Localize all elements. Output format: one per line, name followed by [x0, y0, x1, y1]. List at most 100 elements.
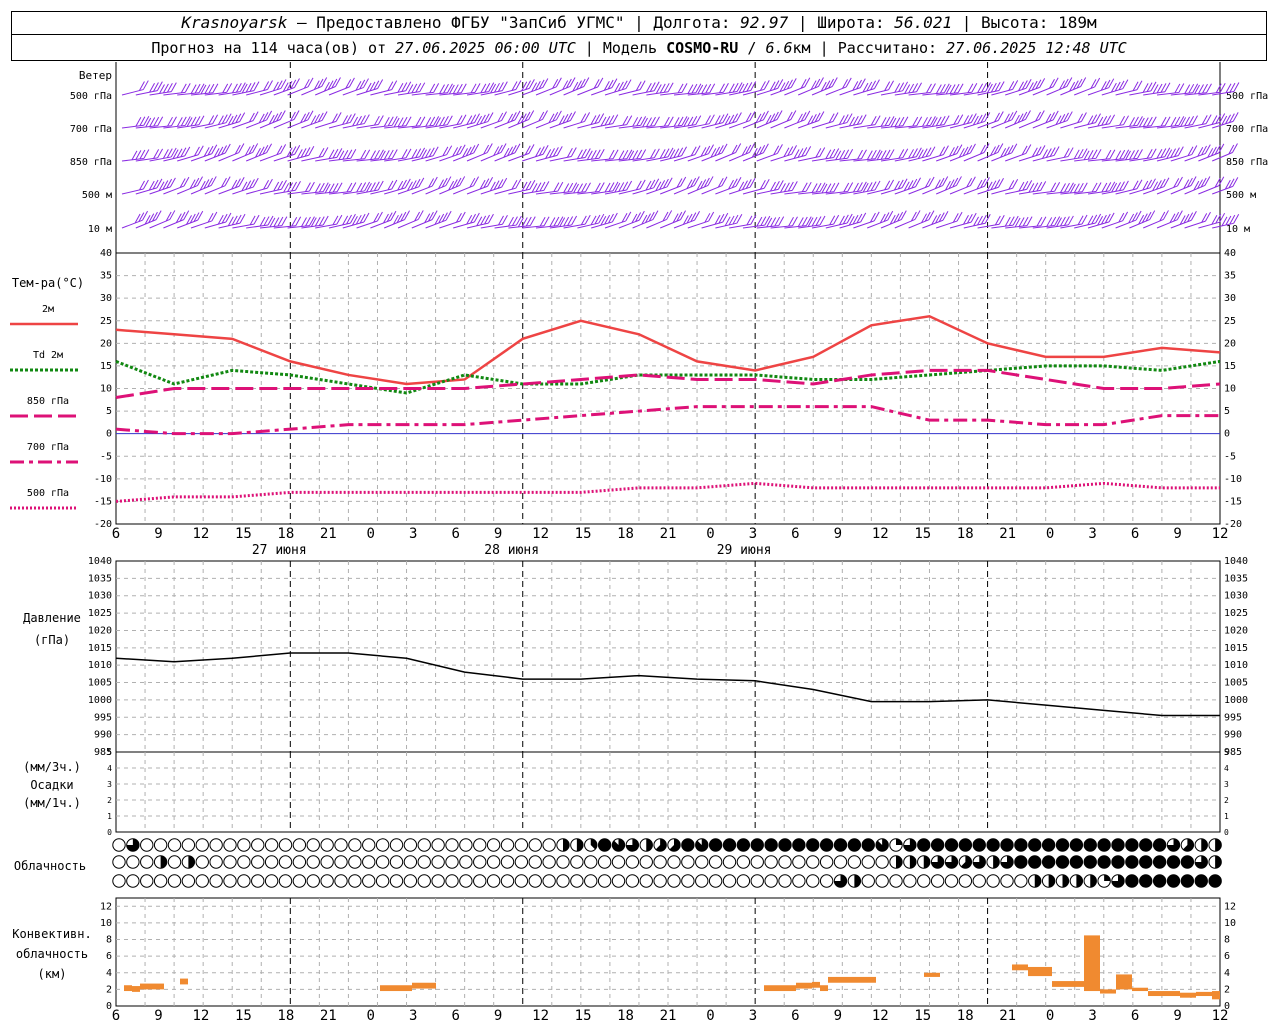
wind-level-label-left: 500 гПа — [70, 91, 112, 102]
cloud-symbol — [750, 855, 764, 869]
temp-x-tick: 12 — [192, 526, 209, 542]
temp-x-tick: 9 — [154, 526, 162, 542]
cloud-symbol — [514, 838, 529, 852]
cloud-symbol-circle — [181, 838, 196, 852]
wind-barb-feather — [597, 77, 604, 88]
wind-barb — [577, 222, 599, 229]
cloud-symbol — [1194, 855, 1208, 869]
conv-bar — [812, 981, 820, 988]
cloud-symbol — [903, 855, 917, 869]
wind-barb-feather — [293, 110, 300, 120]
cloud-symbol — [667, 855, 681, 869]
cloud-symbol-circle — [1000, 874, 1014, 888]
cloud-symbol-fill — [1034, 874, 1041, 888]
cloud-symbol-fill — [1042, 855, 1055, 869]
cloud-symbol — [375, 855, 390, 869]
cloud-panel-label: Облачность — [14, 859, 86, 873]
cloud-symbol-circle — [375, 855, 390, 869]
cloud-symbol-circle — [473, 838, 487, 852]
temp-x-tick: 6 — [791, 526, 799, 542]
cloud-symbol-circle — [167, 874, 182, 888]
cloud-symbol — [306, 855, 320, 869]
cloud-symbol — [625, 874, 640, 888]
conv-bar — [1116, 974, 1132, 990]
cloud-symbol — [986, 855, 1000, 869]
conv-bar — [380, 985, 412, 992]
cloud-symbol — [570, 874, 584, 888]
cloud-symbol — [1166, 838, 1181, 852]
cloud-symbol-circle — [334, 838, 348, 852]
cloud-symbol-fill — [1201, 838, 1208, 852]
cloud-symbol-circle — [237, 855, 251, 869]
conv-tick-right: 4 — [1224, 968, 1230, 979]
cloud-symbol-circle — [819, 855, 834, 869]
temp-x-tick: 15 — [914, 526, 931, 542]
cloud-symbol-circle — [237, 874, 251, 888]
wind-barb-feather — [1011, 110, 1018, 121]
wind-barb-feather — [473, 176, 480, 186]
cloud-symbol-circle — [889, 874, 903, 888]
cloud-symbol — [639, 838, 653, 852]
temp-tick-left: 10 — [100, 384, 112, 395]
cloud-symbol — [431, 838, 445, 852]
cloud-symbol — [764, 838, 778, 852]
cloud-symbol — [112, 855, 126, 869]
wind-barb-feather — [942, 176, 949, 186]
cloud-symbol-circle — [320, 874, 334, 888]
conv-x-tick: 6 — [112, 1008, 120, 1024]
cloud-symbol-fill — [931, 838, 944, 852]
cloud-symbol — [417, 855, 431, 869]
cloud-symbol-circle — [320, 855, 334, 869]
wind-level-label-right: 500 гПа — [1226, 91, 1268, 102]
cloud-symbol-fill — [1125, 838, 1139, 852]
cloud-symbol-fill — [188, 855, 195, 869]
cloud-symbol — [167, 874, 182, 888]
cloud-symbol-circle — [167, 855, 182, 869]
cloud-symbol-circle — [251, 838, 265, 852]
cloud-symbol — [195, 838, 209, 852]
wind-barb — [742, 88, 765, 96]
wind-level-label-left: 850 гПа — [70, 157, 112, 168]
cloud-symbol-circle — [514, 855, 529, 869]
conv-bar — [1132, 987, 1148, 992]
cloud-symbol — [251, 855, 265, 869]
cloud-symbol — [750, 838, 764, 852]
cloud-symbol — [403, 838, 418, 852]
cloud-symbol — [681, 855, 695, 869]
cloud-symbol — [708, 855, 723, 869]
cloud-symbol-circle — [1014, 874, 1028, 888]
cloud-symbol — [1083, 874, 1097, 888]
pressure-tick-right: 1010 — [1224, 660, 1248, 671]
cloud-symbol-circle — [278, 874, 293, 888]
cloud-symbol — [445, 855, 459, 869]
wind-barb-feather — [528, 110, 535, 120]
conv-bar — [140, 983, 164, 990]
pressure-tick-left: 990 — [94, 730, 112, 741]
wind-barb-feather — [1163, 210, 1169, 220]
conv-tick-right: 8 — [1224, 935, 1230, 946]
cloud-symbol — [736, 838, 751, 852]
cloud-symbol-circle — [306, 855, 320, 869]
conv-tick-left: 8 — [106, 935, 112, 946]
cloud-symbol-circle — [722, 874, 737, 888]
pressure-tick-left: 1000 — [88, 695, 112, 706]
cloud-symbol — [167, 838, 182, 852]
cloud-symbol — [930, 838, 945, 852]
temp-x-tick: 0 — [1046, 526, 1054, 542]
cloud-symbol-fill — [1153, 855, 1166, 869]
wind-barb-feather — [279, 110, 286, 120]
cloud-symbol-circle — [556, 874, 570, 888]
cloud-symbol — [597, 874, 612, 888]
cloud-symbol — [264, 838, 279, 852]
cloud-symbol-fill — [834, 838, 847, 852]
cloud-symbol — [223, 838, 237, 852]
wind-barb-feather — [417, 210, 424, 220]
cloud-symbol-circle — [958, 874, 973, 888]
conv-x-tick: 18 — [277, 1008, 294, 1024]
cloud-symbol — [140, 874, 154, 888]
pressure-tick-right: 990 — [1224, 730, 1242, 741]
cloud-symbol — [389, 855, 404, 869]
pressure-tick-left: 1015 — [88, 643, 112, 654]
temp-x-tick: 6 — [451, 526, 459, 542]
wind-barb-feather — [404, 210, 410, 220]
